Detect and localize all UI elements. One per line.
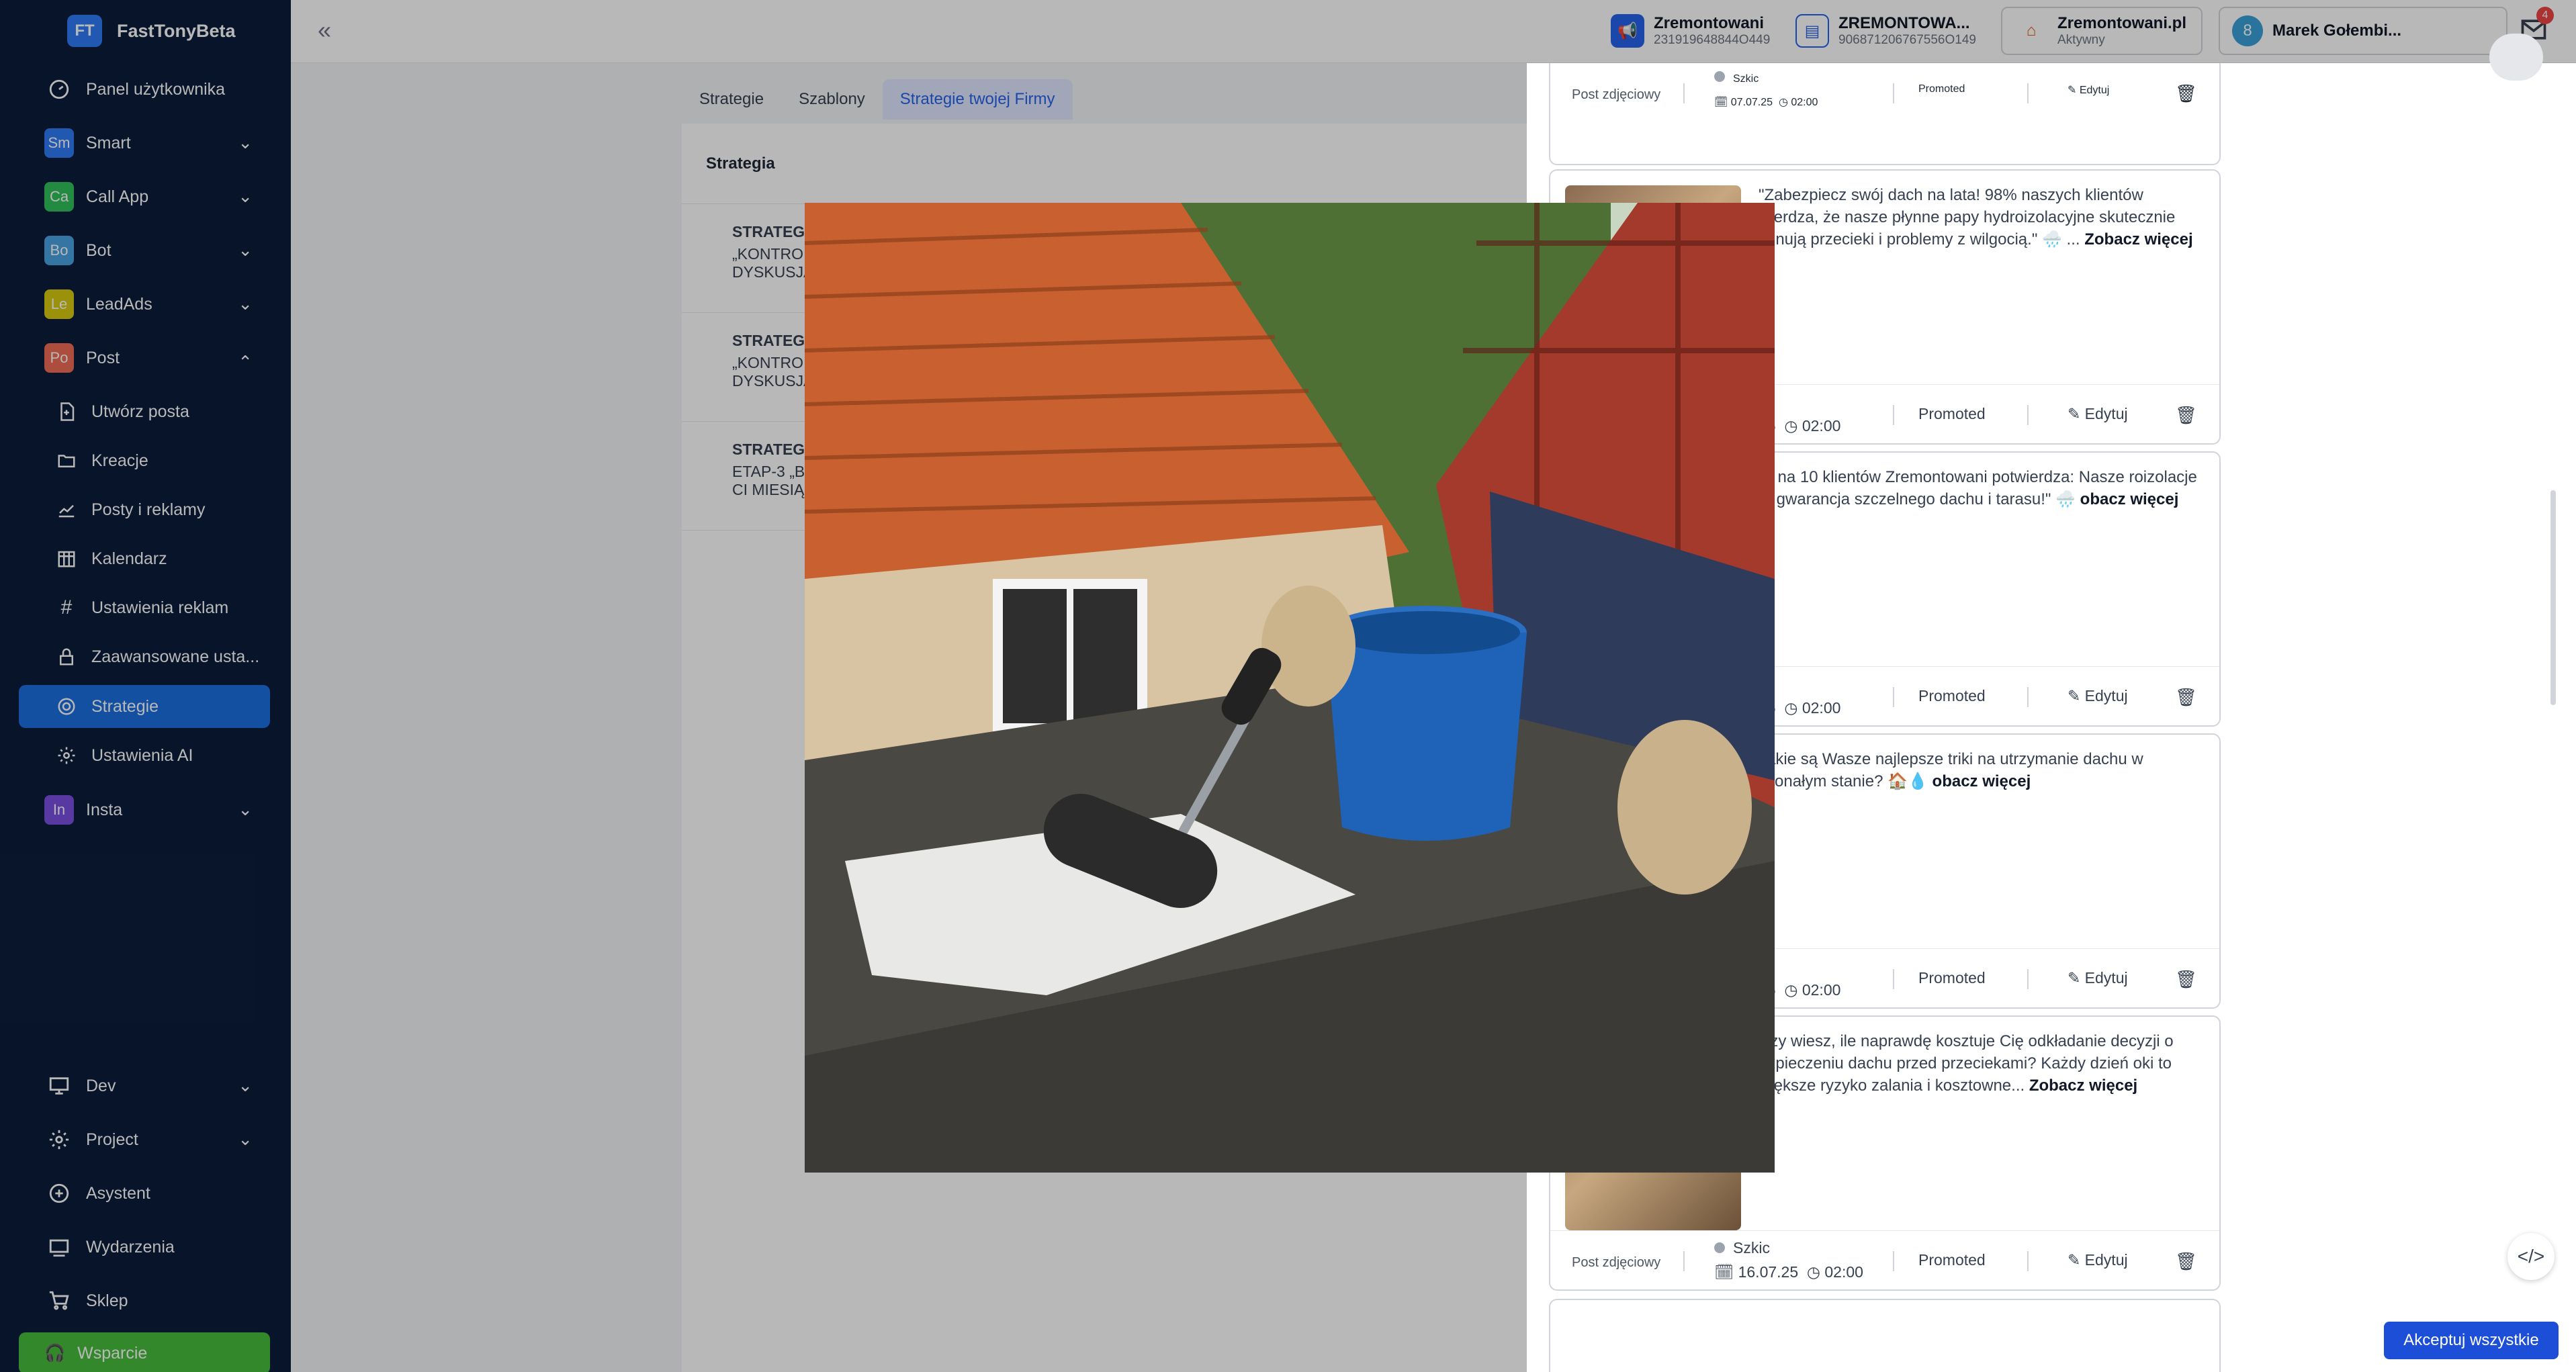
post-date: 🗓 16.07.25 ◷ 02:00 [1714, 1263, 1863, 1281]
accept-all-button[interactable]: Akceptuj wszystkie [2384, 1322, 2559, 1359]
post-promoted: Promoted [1918, 687, 1986, 704]
post-text: "Zabezpiecz swój dach na lata! 98% naszy… [1759, 186, 2193, 248]
see-more-link[interactable]: obacz więcej [2080, 490, 2179, 508]
post-card [1549, 1299, 2221, 1372]
image-preview[interactable] [805, 203, 1775, 1173]
see-more-link[interactable]: obacz więcej [1933, 772, 2031, 790]
trash-icon[interactable]: 🗑 [2175, 969, 2197, 990]
edit-button[interactable]: ✎ Edytuj [2068, 83, 2109, 97]
post-status: Szkic [1714, 71, 1759, 85]
edit-button[interactable]: ✎ Edytuj [2068, 969, 2128, 987]
post-promoted: Promoted [1918, 83, 1965, 95]
edit-button[interactable]: ✎ Edytuj [2068, 687, 2128, 705]
trash-icon[interactable]: 🗑 [2175, 405, 2197, 426]
post-status: Szkic [1714, 1239, 1770, 1257]
trash-icon[interactable]: 🗑 [2175, 83, 2197, 104]
post-card: Post zdjęciowy Szkic 🗓 07.07.25 ◷ 02:00 … [1549, 63, 2221, 165]
edit-button[interactable]: ✎ Edytuj [2068, 405, 2128, 423]
post-promoted: Promoted [1918, 969, 1986, 987]
post-type: Post zdjęciowy [1572, 1255, 1661, 1270]
trash-icon[interactable]: 🗑 [2175, 1251, 2197, 1272]
panel-scrollbar[interactable] [2550, 490, 2556, 705]
dev-code-button[interactable]: </> [2507, 1233, 2555, 1280]
post-promoted: Promoted [1918, 1251, 1986, 1269]
post-text: Jakie są Wasze najlepsze triki na utrzym… [1759, 750, 2143, 790]
see-more-link[interactable]: Zobacz więcej [2084, 230, 2192, 248]
panel-close-button[interactable] [2489, 34, 2543, 81]
see-more-link[interactable]: Zobacz więcej [2029, 1077, 2137, 1095]
edit-button[interactable]: ✎ Edytuj [2068, 1251, 2128, 1269]
trash-icon[interactable]: 🗑 [2175, 687, 2197, 708]
post-text: "9 na 10 klientów Zremontowani potwierdz… [1759, 468, 2197, 508]
post-promoted: Promoted [1918, 405, 1986, 422]
post-type: Post zdjęciowy [1572, 87, 1661, 102]
post-date: 🗓 07.07.25 ◷ 02:00 [1714, 97, 1818, 108]
post-text: Czy wiesz, ile naprawdę kosztuje Cię odk… [1759, 1032, 2174, 1095]
